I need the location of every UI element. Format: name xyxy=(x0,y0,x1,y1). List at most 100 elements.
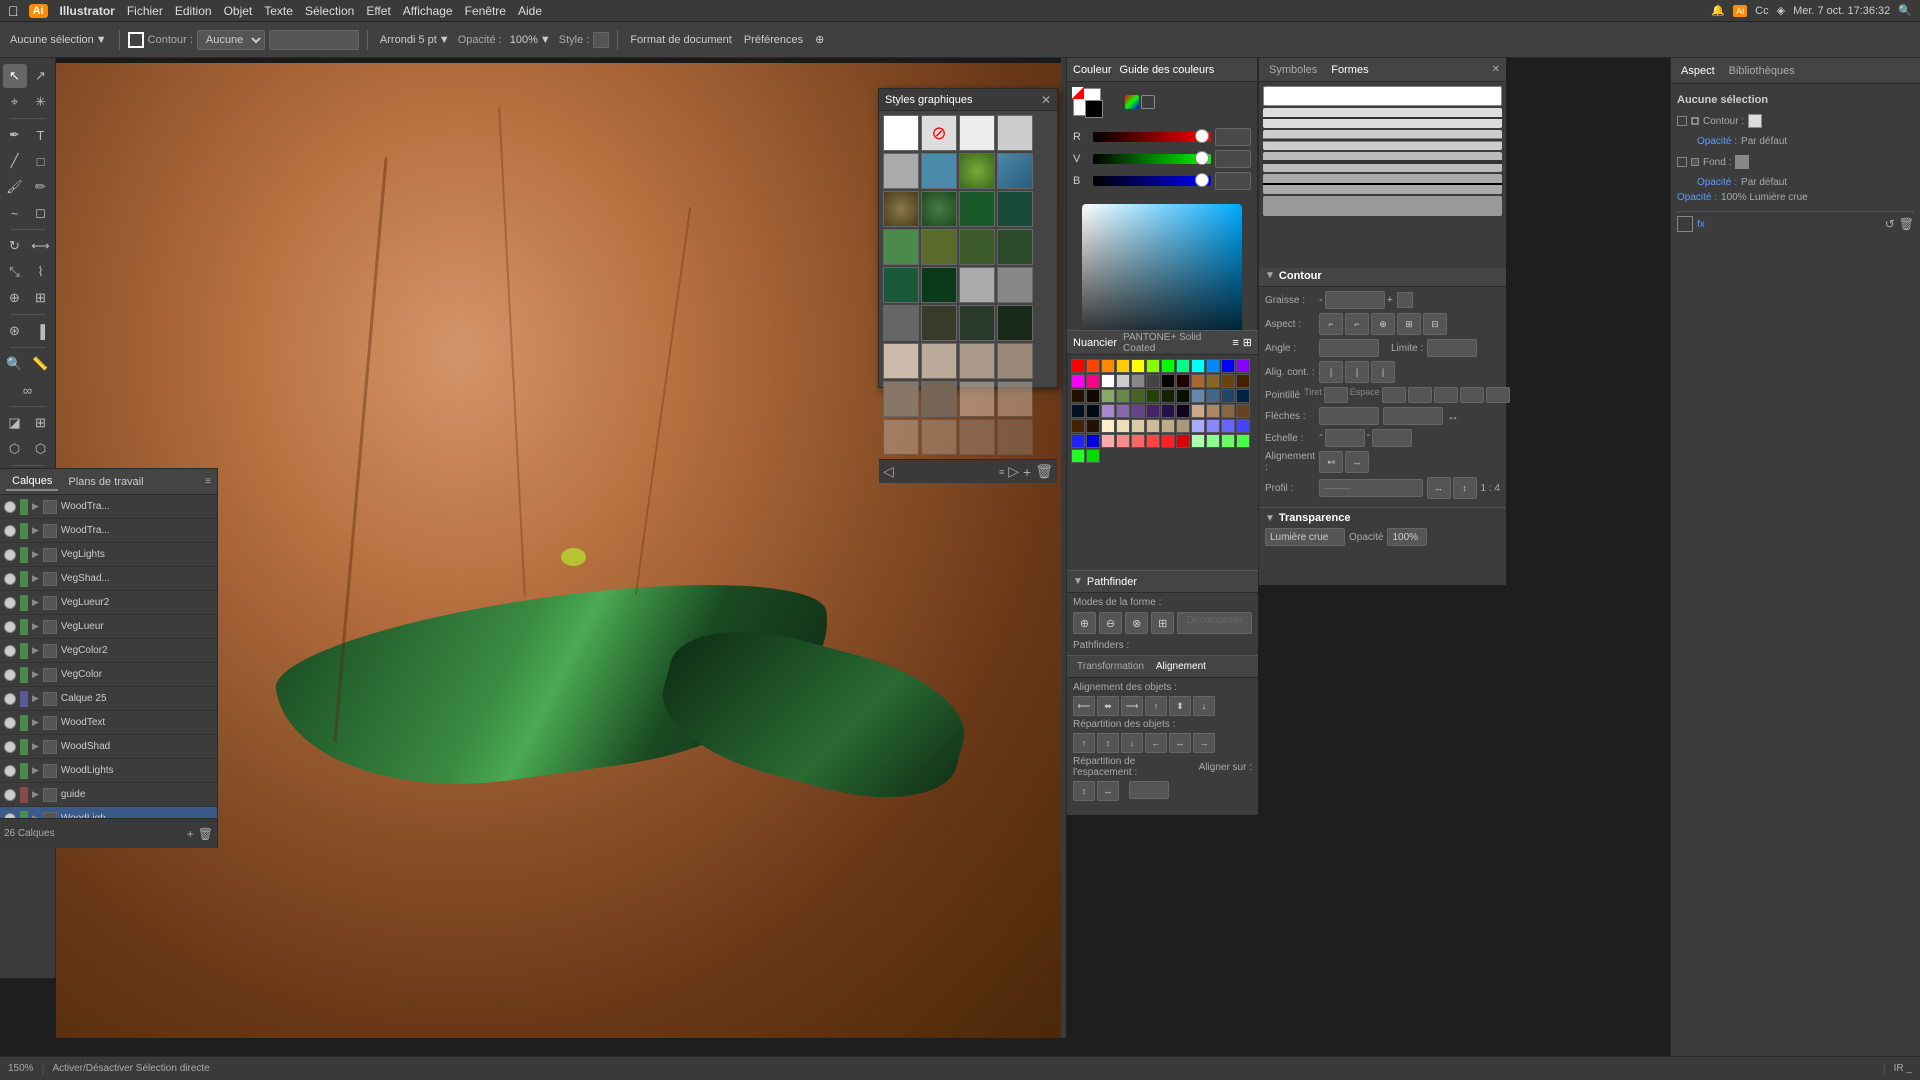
layer-row[interactable]: ▶VegLueur2 xyxy=(0,591,217,615)
v-track[interactable] xyxy=(1093,154,1211,164)
nuancier-swatch[interactable] xyxy=(1086,449,1100,463)
layer-visibility-toggle[interactable] xyxy=(4,765,16,777)
style-swatch-teal[interactable] xyxy=(997,191,1033,227)
style-swatch-green1[interactable] xyxy=(959,153,995,189)
layer-row[interactable]: ▶VegLights xyxy=(0,543,217,567)
angle-input[interactable] xyxy=(1319,339,1379,357)
nuancier-swatch[interactable] xyxy=(1236,404,1250,418)
nuancier-swatch[interactable] xyxy=(1071,449,1085,463)
free-transform-tool[interactable]: ⊞ xyxy=(29,286,53,310)
nuancier-swatch[interactable] xyxy=(1161,389,1175,403)
tab-alignement[interactable]: Alignement xyxy=(1152,660,1210,673)
nuancier-swatch[interactable] xyxy=(1206,419,1220,433)
layer-expand-arrow[interactable]: ▶ xyxy=(32,525,39,536)
layer-lock-icon[interactable] xyxy=(203,574,213,584)
nuancier-swatch[interactable] xyxy=(1086,359,1100,373)
graisse-dropdown[interactable] xyxy=(1397,292,1413,308)
nuancier-swatch[interactable] xyxy=(1206,374,1220,388)
layer-expand-arrow[interactable]: ▶ xyxy=(32,621,39,632)
layer-row[interactable]: ▶WoodLights xyxy=(0,759,217,783)
style-swatch-tan[interactable] xyxy=(883,343,919,379)
nuancier-swatch[interactable] xyxy=(1116,419,1130,433)
nuancier-swatch[interactable] xyxy=(1206,389,1220,403)
style-swatch-white[interactable] xyxy=(883,115,919,151)
layer-row[interactable]: ▶VegColor xyxy=(0,663,217,687)
nuancier-swatch[interactable] xyxy=(1086,389,1100,403)
nuancier-swatch[interactable] xyxy=(1131,404,1145,418)
nuancier-swatch[interactable] xyxy=(1071,374,1085,388)
r-track[interactable] xyxy=(1093,132,1211,142)
menu-selection[interactable]: Sélection xyxy=(305,4,354,18)
alig-btn-2[interactable]: | xyxy=(1345,361,1369,383)
nuancier-swatch[interactable] xyxy=(1191,389,1205,403)
layer-lock-icon[interactable] xyxy=(203,718,213,728)
layer-visibility-toggle[interactable] xyxy=(4,597,16,609)
paintbrush-tool[interactable]: 🖌 xyxy=(3,175,27,199)
format-doc-button[interactable]: Format de document xyxy=(626,32,736,48)
blend-tool[interactable]: ∞ xyxy=(16,378,40,402)
nuancier-swatch[interactable] xyxy=(1236,389,1250,403)
nuancier-swatch[interactable] xyxy=(1221,359,1235,373)
nuancier-swatch[interactable] xyxy=(1146,359,1160,373)
nuancier-swatch[interactable] xyxy=(1176,404,1190,418)
measure-tool[interactable]: 📏 xyxy=(29,352,53,376)
menu-effet[interactable]: Effet xyxy=(366,4,390,18)
dash-input-1[interactable] xyxy=(1324,387,1348,403)
styles-menu-button[interactable]: ≡ xyxy=(999,467,1004,477)
styles-next-button[interactable]: ▷ xyxy=(1008,463,1019,480)
dist-left-btn[interactable]: ← xyxy=(1145,733,1167,753)
tab-bibliotheques[interactable]: Bibliothèques xyxy=(1725,63,1799,79)
nuancier-swatch[interactable] xyxy=(1206,404,1220,418)
nuancier-swatch[interactable] xyxy=(1236,359,1250,373)
layer-visibility-toggle[interactable] xyxy=(4,525,16,537)
style-swatch-med-green[interactable] xyxy=(883,229,919,265)
layer-lock-icon[interactable] xyxy=(203,550,213,560)
transparence-opacite-input[interactable]: 100% xyxy=(1387,528,1427,546)
layer-row[interactable]: ▶VegLueur xyxy=(0,615,217,639)
intersect-btn[interactable]: ⊗ xyxy=(1125,612,1148,634)
nuancier-swatch[interactable] xyxy=(1086,419,1100,433)
aspect-btn-4[interactable]: ⊞ xyxy=(1397,313,1421,335)
warp-tool[interactable]: ⌇ xyxy=(29,260,53,284)
smooth-tool[interactable]: ~ xyxy=(3,201,27,225)
style-swatch-brown[interactable] xyxy=(883,191,919,227)
dist-space-v-btn[interactable]: ↕ xyxy=(1073,781,1095,801)
style-swatch-forestgreen[interactable] xyxy=(883,267,919,303)
layer-visibility-toggle[interactable] xyxy=(4,789,16,801)
layers-collapse-icon[interactable]: ≡ xyxy=(205,476,211,487)
b-track[interactable] xyxy=(1093,176,1211,186)
layer-visibility-toggle[interactable] xyxy=(4,645,16,657)
layer-lock-icon[interactable] xyxy=(203,622,213,632)
style-swatch-3[interactable] xyxy=(883,153,919,189)
layer-expand-arrow[interactable]: ▶ xyxy=(32,717,39,728)
aspect-reset-button[interactable]: ↺ xyxy=(1885,217,1895,231)
style-swatch-faint4[interactable] xyxy=(921,419,957,455)
menu-fenetre[interactable]: Fenêtre xyxy=(465,4,506,18)
nuancier-swatch[interactable] xyxy=(1146,434,1160,448)
style-swatch-faint5[interactable] xyxy=(959,419,995,455)
space-input-1[interactable] xyxy=(1382,387,1406,403)
tab-transformation[interactable]: Transformation xyxy=(1073,660,1148,673)
direct-selection-tool[interactable]: ↗ xyxy=(29,64,53,88)
nuancier-swatch[interactable] xyxy=(1161,359,1175,373)
profil-select[interactable]: ——— xyxy=(1319,479,1423,497)
fleches-select-2[interactable] xyxy=(1383,407,1443,425)
nuancier-swatch[interactable] xyxy=(1221,404,1235,418)
style-swatch-darkgreen3[interactable] xyxy=(959,305,995,341)
layer-row[interactable]: ▶WoodTra... xyxy=(0,495,217,519)
style-swatch-tan4[interactable] xyxy=(997,343,1033,379)
style-swatch-blue1[interactable] xyxy=(997,153,1033,189)
nuancier-swatch[interactable] xyxy=(1221,419,1235,433)
style-swatch-blackgreen[interactable] xyxy=(997,305,1033,341)
styles-add-button[interactable]: + xyxy=(1023,464,1031,480)
graisse-dec-button[interactable]: - xyxy=(1319,294,1323,306)
style-swatch-olive2[interactable] xyxy=(959,229,995,265)
layer-lock-icon[interactable] xyxy=(203,742,213,752)
nuancier-swatch[interactable] xyxy=(1191,419,1205,433)
layer-expand-arrow[interactable]: ▶ xyxy=(32,549,39,560)
search-icon[interactable]: 🔍 xyxy=(1898,4,1912,17)
style-swatch-blue[interactable] xyxy=(921,153,957,189)
align-v-center-btn[interactable]: ⬍ xyxy=(1169,696,1191,716)
contour-vis-toggle[interactable] xyxy=(1677,116,1687,126)
layer-visibility-toggle[interactable] xyxy=(4,717,16,729)
